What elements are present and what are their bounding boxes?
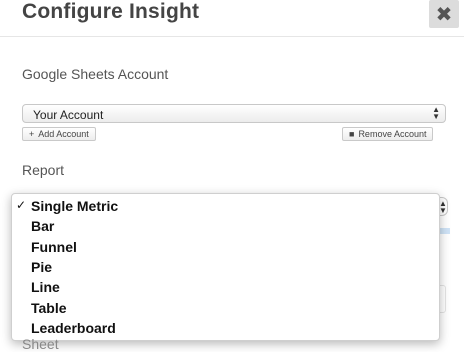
account-label: Google Sheets Account — [22, 66, 169, 82]
report-select-arrows-icon[interactable]: ▲ ▼ — [439, 197, 448, 216]
report-option-bar[interactable]: Bar — [12, 216, 439, 236]
option-label: Single Metric — [31, 198, 119, 214]
check-icon: ✓ — [16, 198, 27, 212]
report-option-line[interactable]: Line — [12, 277, 439, 297]
option-label: Pie — [31, 259, 53, 275]
option-label: Leaderboard — [31, 320, 116, 336]
remove-account-button[interactable]: ■ Remove Account — [342, 127, 434, 141]
trash-icon: ■ — [349, 129, 355, 139]
dialog-title: Configure Insight — [22, 0, 200, 23]
report-option-single-metric[interactable]: ✓ Single Metric — [12, 196, 439, 216]
option-label: Line — [31, 279, 60, 295]
add-account-button[interactable]: + Add Account — [22, 127, 96, 141]
report-option-table[interactable]: Table — [12, 298, 439, 318]
account-select[interactable]: Your Account ▲ ▼ — [22, 104, 446, 123]
account-select-value: Your Account — [33, 108, 104, 122]
report-label: Report — [22, 162, 65, 178]
report-option-funnel[interactable]: Funnel — [12, 237, 439, 257]
updown-arrows-icon: ▲ ▼ — [432, 105, 440, 121]
plus-icon: + — [29, 129, 35, 139]
add-account-label: Add Account — [38, 129, 89, 139]
option-label: Table — [31, 300, 67, 316]
option-label: Bar — [31, 218, 55, 234]
close-icon: ✖ — [435, 3, 453, 26]
dialog-header: Configure Insight ✖ — [0, 0, 464, 37]
option-label: Funnel — [31, 239, 77, 255]
report-option-leaderboard[interactable]: Leaderboard — [12, 318, 439, 338]
report-option-pie[interactable]: Pie — [12, 257, 439, 277]
focus-highlight — [440, 228, 450, 234]
close-button[interactable]: ✖ — [429, 0, 459, 28]
remove-account-label: Remove Account — [358, 129, 427, 139]
report-dropdown[interactable]: ✓ Single Metric Bar Funnel Pie Line Tabl… — [11, 193, 440, 341]
